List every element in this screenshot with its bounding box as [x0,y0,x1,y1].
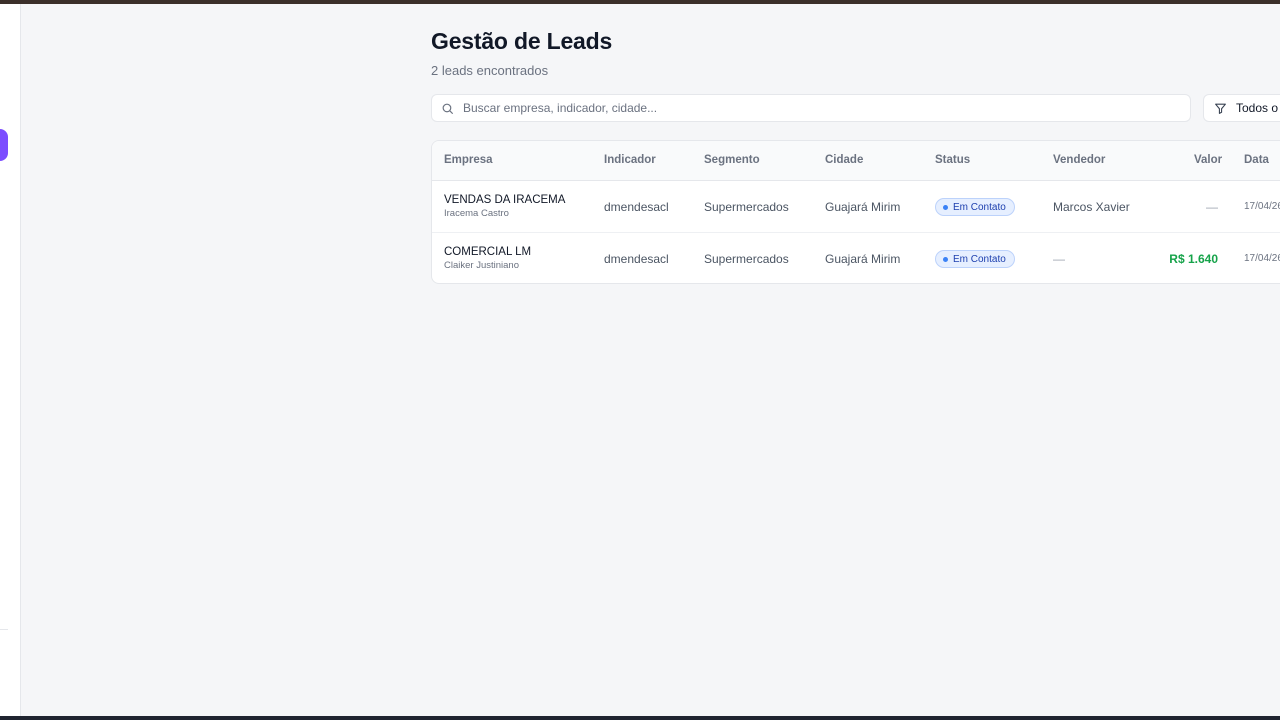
sidebar-active-item[interactable] [0,129,8,161]
sidebar-divider [0,629,8,630]
column-header-cidade[interactable]: Cidade [825,154,863,166]
column-header-valor[interactable]: Valor [1194,154,1222,166]
filter-label: Todos o [1236,101,1279,115]
column-header-indicador[interactable]: Indicador [604,154,656,166]
page-title: Gestão de Leads [431,28,613,54]
filter-icon [1215,103,1226,114]
leads-count: 2 leads encontrados [431,63,549,78]
search-box[interactable] [431,94,1191,122]
table-header: Empresa Indicador Segmento Cidade Status… [432,141,1280,181]
status-label: Em Contato [953,201,1006,213]
company-cell: VENDAS DA IRACEMA Iracema Castro [444,194,565,219]
data-cell: 17/04/26 [1244,253,1280,264]
status-filter-select[interactable]: Todos o [1203,94,1280,122]
column-header-data[interactable]: Data [1244,154,1269,166]
company-contact: Claiker Justiniano [444,260,519,271]
window-bottom-border [0,716,1280,720]
company-cell: COMERCIAL LM Claiker Justiniano [444,246,531,271]
data-cell: 17/04/26 [1244,201,1280,212]
company-contact: Iracema Castro [444,208,509,219]
valor-cell: R$ 1.640 [1169,252,1218,266]
table-row[interactable]: COMERCIAL LM Claiker Justiniano dmendesa… [432,233,1280,283]
column-header-empresa[interactable]: Empresa [444,154,493,166]
page-header: Gestão de Leads 2 leads encontrados [431,28,612,78]
company-name: COMERCIAL LM [444,246,532,258]
vendedor-cell: — [1053,252,1065,266]
column-header-status[interactable]: Status [935,154,970,166]
search-input[interactable] [463,101,1163,115]
segmento-cell: Supermercados [704,252,789,266]
cidade-cell: Guajará Mirim [825,252,901,266]
column-header-vendedor[interactable]: Vendedor [1053,154,1105,166]
search-icon [442,103,453,114]
status-badge: Em Contato [935,250,1015,268]
vendedor-cell: Marcos Xavier [1053,200,1130,214]
table-row[interactable]: VENDAS DA IRACEMA Iracema Castro dmendes… [432,181,1280,233]
window-top-border [0,0,1280,4]
sidebar [0,4,21,716]
column-header-segmento[interactable]: Segmento [704,154,760,166]
status-dot-icon [943,256,948,262]
status-label: Em Contato [953,253,1006,265]
valor-cell: — [1206,200,1218,214]
status-dot-icon [943,204,948,210]
status-badge: Em Contato [935,198,1015,216]
indicador-cell: dmendesacl [604,200,669,214]
cidade-cell: Guajará Mirim [825,200,901,214]
leads-table: Empresa Indicador Segmento Cidade Status… [431,140,1280,284]
segmento-cell: Supermercados [704,200,789,214]
company-name: VENDAS DA IRACEMA [444,194,566,206]
indicador-cell: dmendesacl [604,252,669,266]
